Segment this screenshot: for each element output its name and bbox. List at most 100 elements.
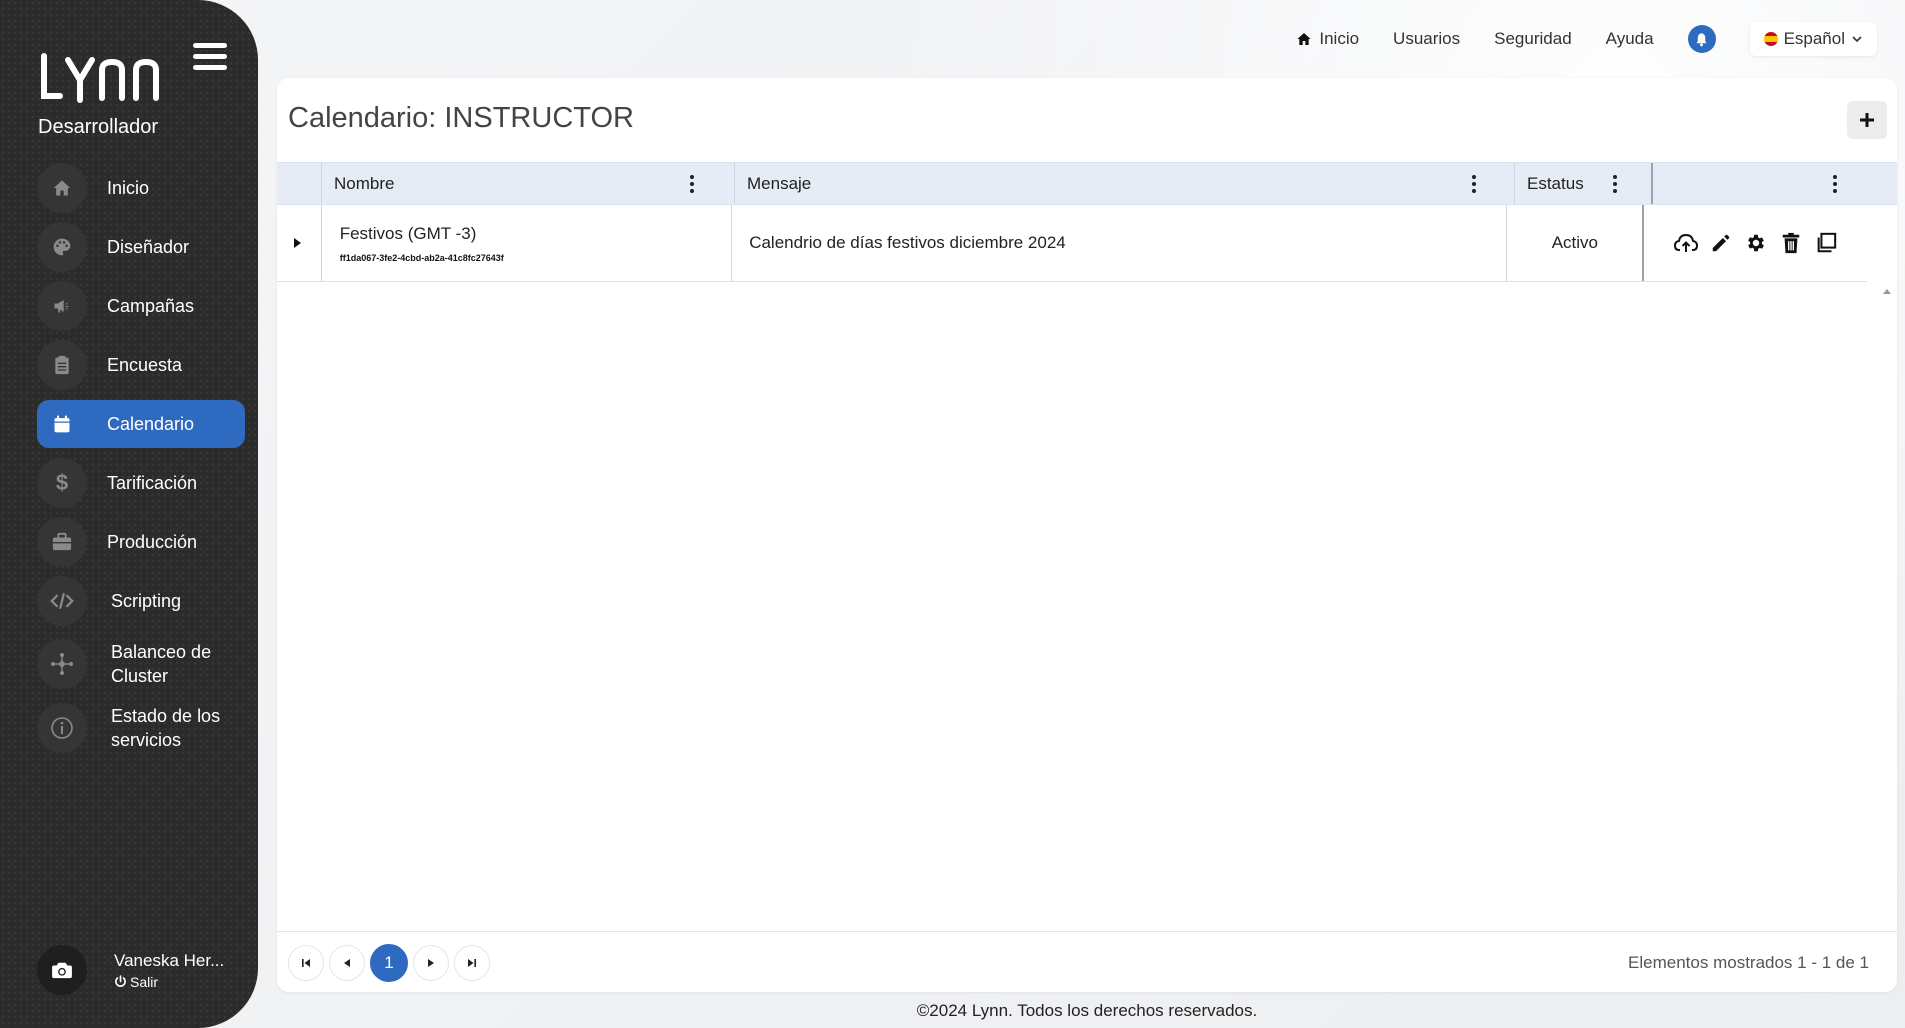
row-message: Calendrio de días festivos diciembre 202…: [749, 233, 1066, 252]
column-menu-icon[interactable]: [1613, 174, 1617, 193]
info-icon: [37, 703, 87, 753]
grid-header: Nombre Mensaje Estatus: [277, 162, 1897, 205]
footer-copyright: ©2024 Lynn. Todos los derechos reservado…: [916, 1001, 1258, 1020]
delete-button[interactable]: [1778, 230, 1804, 256]
duplicate-button[interactable]: [1813, 230, 1839, 256]
column-header-mensaje[interactable]: Mensaje: [734, 163, 1514, 204]
home-icon: [1297, 33, 1312, 45]
sidebar-item-label: Balanceo de Cluster: [111, 642, 212, 686]
user-panel: Vaneska Her... Salir: [37, 942, 247, 998]
sidebar-item-estado-servicios[interactable]: Estado de los servicios: [37, 700, 245, 756]
cell-estatus: Activo: [1506, 205, 1642, 281]
scroll-up-icon[interactable]: [1883, 289, 1891, 294]
column-header-estatus[interactable]: Estatus: [1514, 163, 1651, 204]
dollar-icon: $: [37, 458, 87, 508]
column-header-actions: [1651, 163, 1877, 204]
topnav-inicio-label: Inicio: [1319, 29, 1360, 48]
pagination: 1 Elementos mostrados 1 - 1 de 1: [277, 931, 1897, 992]
sidebar-item-label: Tarificación: [107, 473, 198, 493]
first-page-button[interactable]: [288, 944, 324, 981]
sidebar-item-label: Campañas: [107, 296, 195, 316]
lynn-logo: [41, 53, 159, 103]
logout-label: Salir: [130, 973, 159, 990]
column-header-nombre[interactable]: Nombre: [321, 163, 734, 204]
next-page-icon: [428, 958, 434, 967]
language-select[interactable]: Español: [1749, 22, 1877, 56]
page-title: Calendario: INSTRUCTOR: [288, 102, 634, 134]
bell-icon: [1696, 32, 1707, 46]
palette-icon: [37, 222, 87, 272]
camera-icon: [52, 962, 72, 979]
add-button[interactable]: [1847, 101, 1887, 139]
language-label: Español: [1783, 29, 1845, 48]
first-page-icon: [302, 958, 310, 967]
home-icon: [37, 163, 87, 213]
sidebar-item-inicio[interactable]: Inicio: [37, 163, 245, 213]
sidebar-item-balanceo-cluster[interactable]: Balanceo de Cluster: [37, 636, 245, 692]
trash-icon: [1782, 232, 1799, 254]
sidebar-item-label: Producción: [107, 532, 198, 552]
user-name: Vaneska Her...: [114, 950, 225, 970]
gear-icon: [1747, 234, 1764, 252]
topnav-seguridad[interactable]: Seguridad: [1494, 29, 1572, 49]
plus-icon: [1860, 113, 1874, 127]
cloud-upload-icon: [1673, 233, 1698, 252]
megaphone-icon: [37, 281, 87, 331]
row-expander-cell: [277, 205, 321, 281]
upload-button[interactable]: [1673, 230, 1699, 256]
sidebar-item-tarificacion[interactable]: $ Tarificación: [37, 458, 245, 508]
column-label: Nombre: [334, 173, 395, 193]
row-id: ff1da067-3fe2-4cbd-ab2a-41c8fc27643f: [339, 252, 504, 263]
column-menu-icon[interactable]: [690, 174, 694, 193]
sidebar-item-calendario[interactable]: Calendario: [37, 400, 245, 448]
sidebar-item-produccion[interactable]: Producción: [37, 517, 245, 567]
column-label: Estatus: [1527, 173, 1584, 193]
notifications-button[interactable]: [1687, 25, 1716, 53]
next-page-button[interactable]: [413, 944, 449, 981]
column-menu-icon[interactable]: [1472, 174, 1476, 193]
main-card: Calendario: INSTRUCTOR Nombre Mensaje Es…: [277, 78, 1897, 992]
table-row[interactable]: Festivos (GMT -3) ff1da067-3fe2-4cbd-ab2…: [277, 205, 1867, 282]
sidebar-item-label: Scripting: [111, 591, 182, 611]
sidebar-nav: Inicio Diseñador Campañas Encuesta Calen…: [37, 163, 245, 764]
clipboard-icon: [37, 340, 87, 390]
cell-actions: [1642, 205, 1867, 281]
sidebar-item-label: Encuesta: [107, 355, 183, 375]
sidebar-item-encuesta[interactable]: Encuesta: [37, 340, 245, 390]
sidebar-item-label: Estado de los servicios: [111, 706, 221, 750]
sidebar-item-campanas[interactable]: Campañas: [37, 281, 245, 331]
pencil-icon: [1712, 234, 1730, 252]
menu-toggle-icon[interactable]: [193, 43, 227, 77]
edit-button[interactable]: [1708, 230, 1734, 256]
last-page-button[interactable]: [454, 944, 490, 981]
row-name: Festivos (GMT -3): [339, 223, 477, 243]
briefcase-icon: [37, 517, 87, 567]
user-role: Desarrollador: [38, 116, 159, 138]
calendar-icon: [37, 399, 87, 449]
page-number-button[interactable]: 1: [370, 943, 408, 982]
topnav-ayuda[interactable]: Ayuda: [1606, 29, 1654, 49]
sidebar-item-label: Diseñador: [107, 237, 190, 257]
sidebar-item-scripting[interactable]: Scripting: [37, 576, 245, 626]
column-menu-icon[interactable]: [1833, 174, 1837, 193]
cell-nombre: Festivos (GMT -3) ff1da067-3fe2-4cbd-ab2…: [320, 205, 731, 281]
prev-page-button[interactable]: [329, 944, 365, 981]
chevron-down-icon: [1852, 36, 1862, 43]
cell-mensaje: Calendrio de días festivos diciembre 202…: [731, 205, 1506, 281]
power-icon: [115, 975, 126, 987]
topnav-usuarios[interactable]: Usuarios: [1393, 29, 1460, 49]
logout-button[interactable]: Salir: [114, 974, 224, 990]
spain-flag-icon: [1763, 32, 1778, 46]
expand-row-icon[interactable]: [294, 238, 301, 248]
copy-icon: [1817, 232, 1836, 253]
status-badge: Activo: [1551, 233, 1598, 252]
topnav-inicio[interactable]: Inicio: [1296, 29, 1359, 49]
avatar[interactable]: [37, 945, 87, 995]
data-grid: Nombre Mensaje Estatus Festivos (GMT -3)…: [277, 162, 1897, 282]
sidebar-item-disenador[interactable]: Diseñador: [37, 222, 245, 272]
vertical-scrollbar[interactable]: [1877, 285, 1897, 992]
topbar: Inicio Usuarios Seguridad Ayuda Español: [1296, 22, 1877, 56]
settings-button[interactable]: [1743, 230, 1769, 256]
last-page-icon: [468, 958, 476, 967]
pagination-info: Elementos mostrados 1 - 1 de 1: [1628, 952, 1869, 972]
